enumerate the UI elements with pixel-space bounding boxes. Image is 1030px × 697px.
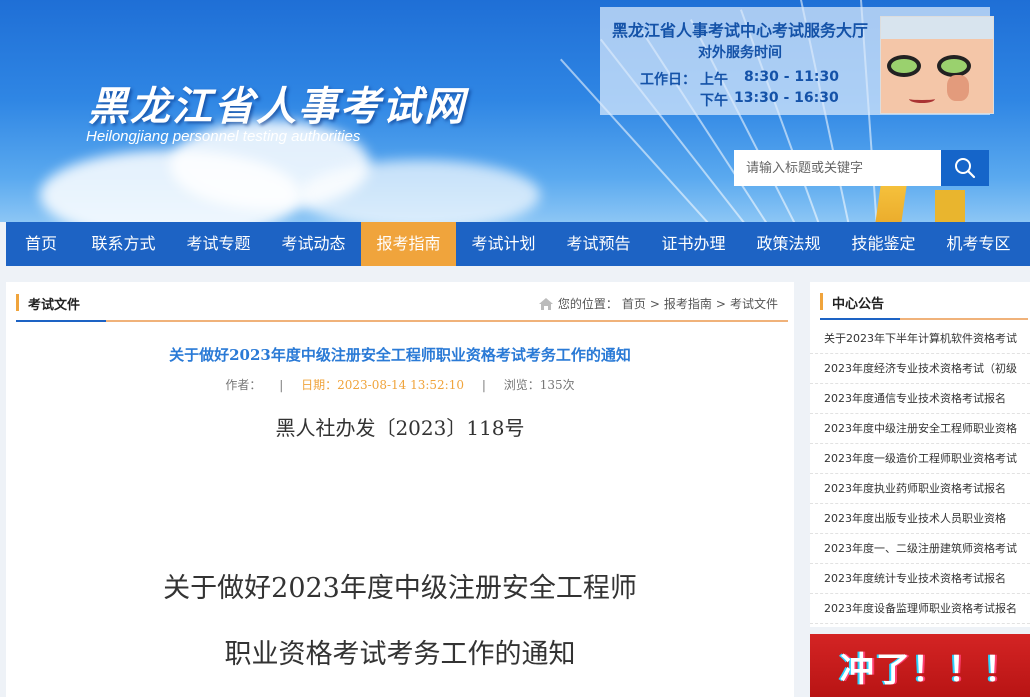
nav-exam-plan[interactable]: 考试计划 bbox=[456, 222, 551, 266]
sidebar-marker bbox=[820, 293, 823, 310]
notice-item[interactable]: 2023年度经济专业技术资格考试（初级 bbox=[810, 354, 1030, 384]
notice-item[interactable]: 2023年度中级注册安全工程师职业资格 bbox=[810, 414, 1030, 444]
section-header: 考试文件 您的位置： 首页 > 报考指南 > 考试文件 bbox=[16, 292, 788, 322]
notice-item[interactable]: 2023年度出版专业技术人员职业资格 bbox=[810, 504, 1030, 534]
breadcrumb-prefix: 您的位置： bbox=[557, 297, 618, 311]
notice-item[interactable]: 2023年度一、二级注册建筑师资格考试 bbox=[810, 534, 1030, 564]
view-count: 浏览：135次 bbox=[503, 378, 575, 392]
nav-skill-assessment[interactable]: 技能鉴定 bbox=[836, 222, 931, 266]
main-nav: 首页 联系方式 考试专题 考试动态 报考指南 考试计划 考试预告 证书办理 政策… bbox=[6, 222, 1030, 266]
search-input[interactable] bbox=[734, 150, 941, 186]
section-title: 考试文件 bbox=[28, 298, 81, 313]
breadcrumb-current[interactable]: 考试文件 bbox=[730, 295, 778, 312]
notice-item[interactable]: 2023年度一级造价工程师职业资格考试 bbox=[810, 444, 1030, 474]
meta-separator: | bbox=[481, 378, 486, 392]
header-banner: 黑龙江省人事考试网 Heilongjiang personnel testing… bbox=[0, 0, 1030, 222]
notice-item[interactable]: 2023年度通信专业技术资格考试报名 bbox=[810, 384, 1030, 414]
nav-exam-news[interactable]: 考试动态 bbox=[266, 222, 361, 266]
service-hours-title: 对外服务时间 bbox=[698, 45, 782, 61]
nav-contact[interactable]: 联系方式 bbox=[76, 222, 171, 266]
afternoon-time: 13:30 - 16:30 bbox=[734, 90, 839, 106]
notice-item[interactable]: 2023年度统计专业技术资格考试报名 bbox=[810, 564, 1030, 594]
search-bar bbox=[734, 150, 989, 186]
promo-text: 冲了！！！ bbox=[840, 650, 1020, 690]
notice-sidebar: 中心公告 关于2023年下半年计算机软件资格考试 2023年度经济专业技术资格考… bbox=[810, 282, 1030, 627]
sidebar-title: 中心公告 bbox=[832, 297, 885, 312]
article-meta: 作者： | 日期：2023-08-14 13:52:10 | 浏览：135次 bbox=[6, 376, 794, 393]
article-title: 关于做好2023年度中级注册安全工程师职业资格考试考务工作的通知 bbox=[169, 346, 631, 364]
nav-exam-preview[interactable]: 考试预告 bbox=[551, 222, 646, 266]
site-subtitle: Heilongjiang personnel testing authoriti… bbox=[86, 128, 361, 145]
afternoon-label: 下午 bbox=[700, 93, 728, 109]
breadcrumb: 您的位置： 首页 > 报考指南 > 考试文件 bbox=[538, 295, 778, 312]
nav-home[interactable]: 首页 bbox=[6, 222, 76, 266]
nav-exam-topics[interactable]: 考试专题 bbox=[171, 222, 266, 266]
nav-registration-guide[interactable]: 报考指南 bbox=[361, 222, 456, 266]
bridge-tower-base bbox=[935, 190, 965, 222]
workday-label: 工作日： bbox=[640, 72, 696, 88]
search-button[interactable] bbox=[941, 150, 989, 186]
notice-item[interactable]: 关于2023年下半年计算机软件资格考试 bbox=[810, 324, 1030, 354]
promo-banner[interactable]: 冲了！！！ bbox=[810, 634, 1030, 697]
sidebar-header: 中心公告 bbox=[820, 290, 1028, 320]
meta-separator: | bbox=[279, 378, 284, 392]
breadcrumb-separator: > bbox=[649, 296, 660, 311]
home-icon bbox=[538, 297, 553, 310]
nav-policies[interactable]: 政策法规 bbox=[741, 222, 836, 266]
service-hall-title: 黑龙江省人事考试中心考试服务大厅 bbox=[612, 21, 869, 40]
notice-item[interactable]: 2023年度设备监理师职业资格考试报名 bbox=[810, 594, 1030, 624]
search-icon bbox=[955, 158, 976, 179]
nav-certificates[interactable]: 证书办理 bbox=[646, 222, 741, 266]
nav-computer-exam[interactable]: 机考专区 bbox=[931, 222, 1026, 266]
publish-date: 日期：2023-08-14 13:52:10 bbox=[301, 378, 464, 392]
morning-label: 上午 bbox=[700, 72, 728, 88]
document-number: 黑人社办发〔2023〕118号 bbox=[275, 416, 525, 440]
article-panel: 考试文件 您的位置： 首页 > 报考指南 > 考试文件 关于做好2023年度中级… bbox=[6, 282, 794, 697]
breadcrumb-home[interactable]: 首页 bbox=[622, 295, 646, 312]
notice-list: 关于2023年下半年计算机软件资格考试 2023年度经济专业技术资格考试（初级 … bbox=[810, 324, 1030, 624]
document-heading-line2: 职业资格考试考务工作的通知 bbox=[224, 639, 576, 670]
breadcrumb-guide[interactable]: 报考指南 bbox=[664, 295, 712, 312]
site-title[interactable]: 黑龙江省人事考试网 bbox=[88, 74, 466, 132]
section-marker bbox=[16, 294, 19, 311]
breadcrumb-separator: > bbox=[715, 296, 726, 311]
notice-item[interactable]: 2023年度执业药师职业资格考试报名 bbox=[810, 474, 1030, 504]
morning-time: 8:30 - 11:30 bbox=[744, 69, 839, 85]
document-heading-line1: 关于做好2023年度中级注册安全工程师 bbox=[163, 573, 637, 604]
cartoon-avatar bbox=[880, 16, 994, 114]
author-label: 作者： bbox=[225, 378, 262, 392]
